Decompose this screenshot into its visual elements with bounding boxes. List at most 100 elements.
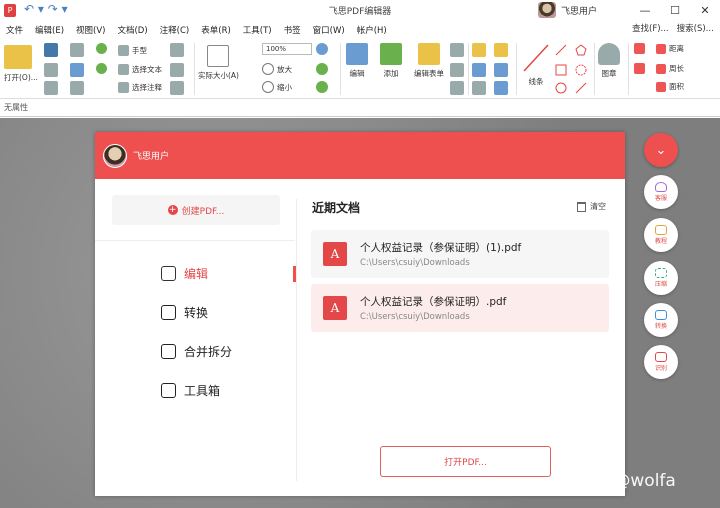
open-button[interactable]: 打开(O)... (4, 45, 38, 83)
file-path: C:\Users\csuiy\Downloads (360, 312, 470, 322)
actual-size-icon (207, 45, 230, 67)
menu-window[interactable]: 窗口(W) (313, 24, 345, 36)
rectangle-tool[interactable] (554, 63, 568, 77)
forward-button[interactable] (96, 63, 107, 74)
rotate-right-icon (316, 63, 328, 75)
clipboard-button[interactable] (170, 63, 184, 77)
avatar[interactable] (103, 143, 127, 168)
maximize-button[interactable]: ☐ (660, 0, 690, 21)
menu-view[interactable]: 视图(V) (76, 24, 105, 36)
convert-side-button[interactable]: 转换 (644, 303, 678, 337)
sound-button[interactable] (494, 81, 508, 95)
stamp-button[interactable]: 图章 (598, 43, 620, 79)
menu-comment[interactable]: 注释(C) (160, 24, 190, 36)
arrow-left-icon (96, 43, 107, 54)
nav-item-toolbox[interactable]: 工具箱 (161, 382, 220, 399)
rotate-right-button[interactable] (316, 63, 328, 75)
hand-icon (118, 45, 129, 56)
rotate-left-button[interactable] (316, 81, 328, 93)
edit-button[interactable]: 编辑 (346, 43, 368, 79)
ellipse-tool[interactable] (554, 81, 568, 95)
menu-file[interactable]: 文件 (6, 24, 23, 36)
back-button[interactable] (96, 43, 107, 54)
highlight-button[interactable] (472, 43, 486, 57)
distance-tool[interactable]: 距离 (656, 43, 684, 54)
zoom-out-button[interactable]: 缩小 (262, 81, 292, 93)
service-button[interactable]: 客服 (644, 175, 678, 209)
ribbon-toolbar: 打开(O)... 手型 选择文本 选择注释 实际大小(A) 100% 放大 缩小… (0, 39, 720, 99)
actual-size-button[interactable]: 实际大小(A) (198, 45, 239, 81)
edit-content-icon (346, 43, 368, 65)
add-button[interactable]: 添加 (380, 43, 402, 79)
search-button[interactable]: 搜索(S)... (677, 22, 714, 34)
new-doc-button[interactable] (44, 81, 58, 95)
arrow-tool[interactable] (554, 43, 568, 57)
divider (516, 43, 517, 95)
menu-edit[interactable]: 编辑(E) (35, 24, 64, 36)
nav-item-merge-split[interactable]: 合并拆分 (161, 343, 232, 360)
create-pdf-button[interactable]: + 创建PDF... (112, 195, 280, 225)
collapse-button[interactable]: ⌄ (644, 133, 678, 167)
strikeout-button[interactable] (472, 81, 486, 95)
copy-button[interactable] (70, 81, 84, 95)
text-cursor-icon (118, 64, 129, 75)
panel-user-name[interactable]: 飞思用户 (133, 149, 169, 162)
compress-icon (655, 268, 667, 278)
menu-form[interactable]: 表单(R) (201, 24, 231, 36)
underline-icon (472, 63, 486, 77)
polygon-tool[interactable] (574, 43, 588, 57)
hand-tool[interactable]: 手型 (118, 45, 147, 56)
recent-file-item[interactable]: A 个人权益记录（参保证明）(1).pdf C:\Users\csuiy\Dow… (311, 230, 609, 278)
rectangle-icon (555, 64, 567, 76)
crop-icon (450, 43, 464, 57)
select-text-tool[interactable]: 选择文本 (118, 64, 162, 75)
print-button[interactable] (44, 63, 58, 77)
menu-bookmark[interactable]: 书签 (284, 24, 301, 36)
zoom-select[interactable]: 100% (262, 43, 312, 55)
tutorial-button[interactable]: 教程 (644, 218, 678, 252)
crop-button[interactable] (450, 43, 464, 57)
marker-button[interactable] (634, 63, 645, 74)
textbox-button[interactable] (494, 63, 508, 77)
properties-bar: 无属性 (0, 100, 720, 117)
clipboard-icon (170, 63, 184, 77)
select-annot-tool[interactable]: 选择注释 (118, 82, 162, 93)
save-button[interactable] (44, 43, 58, 57)
underline-button[interactable] (472, 63, 486, 77)
eraser-button[interactable] (634, 43, 645, 54)
typewriter-button[interactable] (170, 81, 184, 95)
form-icon (418, 43, 440, 65)
recent-file-item[interactable]: A 个人权益记录（参保证明）.pdf C:\Users\csuiy\Downlo… (311, 284, 609, 332)
cloud-shape-tool[interactable] (574, 63, 588, 77)
perimeter-tool[interactable]: 周长 (656, 63, 684, 74)
open-pdf-button[interactable]: 打开PDF... (380, 446, 551, 477)
image-button[interactable] (450, 81, 464, 95)
close-button[interactable]: ✕ (690, 0, 720, 21)
nav-item-edit[interactable]: 编辑 (161, 265, 208, 282)
cloud-button[interactable] (70, 63, 84, 77)
find-button[interactable]: 查找(F)... (632, 22, 669, 34)
zoom-tool-button[interactable] (316, 43, 328, 55)
line-tool[interactable]: 线条 (522, 43, 550, 87)
menu-document[interactable]: 文档(D) (117, 24, 147, 36)
area-tool[interactable]: 面积 (656, 81, 684, 92)
pencil-tool[interactable] (574, 81, 588, 95)
user-account[interactable]: 飞思用户 (538, 2, 597, 18)
area-icon (656, 81, 666, 92)
divider (594, 43, 595, 95)
nav-item-convert[interactable]: 转换 (161, 304, 208, 321)
clear-button[interactable]: 清空 (577, 201, 606, 212)
link-button[interactable] (450, 63, 464, 77)
menu-account[interactable]: 帐户(H) (357, 24, 387, 36)
ocr-button[interactable]: 识别 (644, 345, 678, 379)
minimize-button[interactable]: — (630, 0, 660, 21)
edit-form-button[interactable]: 编辑表单 (414, 43, 444, 79)
menu-tools[interactable]: 工具(T) (243, 24, 272, 36)
compress-button[interactable]: 压缩 (644, 261, 678, 295)
divider (628, 43, 629, 95)
zoom-in-button[interactable]: 放大 (262, 63, 292, 75)
email-button[interactable] (70, 43, 84, 57)
snapshot-button[interactable] (170, 43, 184, 57)
user-name: 飞思用户 (561, 6, 598, 17)
note-button[interactable] (494, 43, 508, 57)
